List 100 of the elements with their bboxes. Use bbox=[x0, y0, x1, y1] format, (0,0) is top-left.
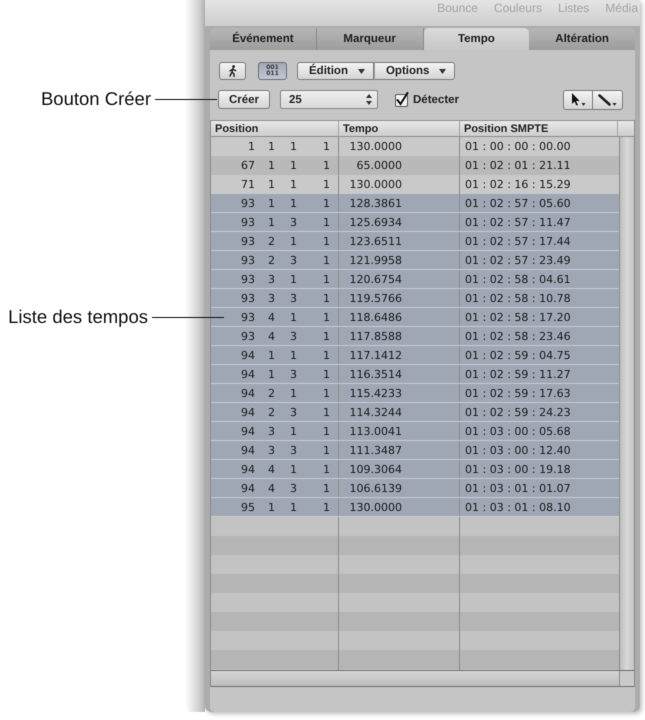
table-row[interactable]: 93 2 1 1 123.6511 01 : 02 : 57 : 17.44 bbox=[211, 232, 619, 251]
position-value: 1 bbox=[323, 500, 330, 514]
position-value: 1 bbox=[323, 196, 330, 210]
pointer-tool-button[interactable] bbox=[563, 90, 593, 110]
tab[interactable]: Tempo bbox=[424, 28, 530, 50]
smpte-time: 01 : 02 : 58 : 10.78 bbox=[465, 292, 571, 304]
tab[interactable]: Altération bbox=[529, 28, 635, 50]
position-value: 1 bbox=[323, 140, 330, 153]
position-value: 2 bbox=[268, 386, 275, 400]
position-value: 1 bbox=[290, 310, 297, 324]
smpte-time: 01 : 02 : 59 : 04.75 bbox=[465, 348, 571, 362]
smpte-time: 01 : 02 : 57 : 23.49 bbox=[465, 254, 571, 266]
callout-label: Liste des tempos bbox=[8, 306, 148, 327]
runner-button[interactable] bbox=[219, 62, 246, 80]
position-value: 1 bbox=[290, 140, 297, 153]
position-value: 1 bbox=[323, 444, 330, 456]
position-value: 1 bbox=[290, 462, 297, 476]
table-row[interactable]: 93 4 3 1 117.8588 01 : 02 : 58 : 23.46 bbox=[211, 327, 619, 346]
table-row[interactable]: 94 3 3 1 111.3487 01 : 03 : 00 : 12.40 bbox=[211, 441, 619, 460]
position-value: 93 bbox=[241, 330, 255, 342]
smpte-time: 01 : 02 : 16 : 15.29 bbox=[465, 178, 571, 191]
position-value: 1 bbox=[323, 310, 330, 324]
tempo-value: 130.0000 bbox=[350, 140, 402, 153]
tempo-value: 118.6486 bbox=[350, 310, 402, 324]
table-row[interactable]: 94 2 1 1 115.4233 01 : 02 : 59 : 17.63 bbox=[211, 384, 619, 403]
vertical-scrollbar[interactable] bbox=[619, 137, 634, 670]
leader-line bbox=[155, 98, 217, 100]
checkbox[interactable] bbox=[395, 92, 409, 107]
checkbox-label[interactable]: Détecter bbox=[413, 94, 460, 106]
create-button[interactable]: Créer bbox=[218, 90, 270, 109]
position-value: 1 bbox=[323, 234, 330, 248]
position-value: 1 bbox=[323, 386, 330, 400]
table-row[interactable]: 94 4 1 1 109.3064 01 : 03 : 00 : 19.18 bbox=[211, 460, 619, 479]
position-value: 1 bbox=[323, 462, 330, 476]
tempo-value: 113.0041 bbox=[350, 424, 402, 438]
position-value: 1 bbox=[323, 424, 330, 438]
running-figure-icon bbox=[228, 65, 237, 77]
stepper-arrows-icon[interactable] bbox=[366, 94, 372, 105]
position-value: 3 bbox=[290, 482, 297, 494]
position-value: 1 bbox=[268, 216, 275, 228]
smpte-time: 01 : 03 : 00 : 05.68 bbox=[465, 424, 571, 438]
position-value: 1 bbox=[268, 348, 275, 362]
column-header[interactable]: Position bbox=[211, 121, 339, 136]
menu-button[interactable]: Options bbox=[374, 62, 456, 80]
position-value: 1 bbox=[323, 330, 330, 342]
smpte-time: 01 : 03 : 01 : 01.07 bbox=[465, 482, 571, 494]
position-value: 1 bbox=[290, 386, 297, 400]
table-row[interactable]: 67 1 1 1 65.0000 01 : 02 : 01 : 21.11 bbox=[211, 156, 619, 175]
position-value: 1 bbox=[290, 348, 297, 362]
stepper-field[interactable]: 25 bbox=[280, 90, 378, 109]
table-row[interactable]: 95 1 1 1 130.0000 01 : 03 : 01 : 08.10 bbox=[211, 498, 619, 517]
column-header[interactable]: Tempo bbox=[339, 121, 460, 136]
table-row[interactable]: 71 1 1 1 130.0000 01 : 02 : 16 : 15.29 bbox=[211, 175, 619, 194]
table-row[interactable]: 93 1 3 1 125.6934 01 : 02 : 57 : 11.47 bbox=[211, 213, 619, 232]
smpte-time: 01 : 02 : 58 : 17.20 bbox=[465, 310, 571, 324]
position-value: 1 bbox=[323, 292, 330, 304]
position-value: 93 bbox=[241, 216, 255, 228]
position-value: 3 bbox=[290, 330, 297, 342]
position-value: 1 bbox=[290, 234, 297, 248]
table-row[interactable]: 94 4 3 1 106.6139 01 : 03 : 01 : 01.07 bbox=[211, 479, 619, 498]
tempo-value: 123.6511 bbox=[350, 234, 402, 248]
position-value: 1 bbox=[323, 406, 330, 418]
table-row[interactable]: 93 3 3 1 119.5766 01 : 02 : 58 : 10.78 bbox=[211, 289, 619, 308]
caret-icon bbox=[612, 103, 617, 106]
table-row[interactable]: 1 1 1 1 130.0000 01 : 00 : 00 : 00.00 bbox=[211, 137, 619, 156]
position-value: 4 bbox=[268, 462, 275, 476]
tempo-value: 130.0000 bbox=[350, 178, 402, 191]
position-value: 94 bbox=[241, 444, 255, 456]
line-tool-button[interactable] bbox=[593, 90, 623, 110]
column-header[interactable]: Position SMPTE bbox=[460, 121, 618, 136]
position-value: 67 bbox=[241, 159, 255, 172]
position-value: 3 bbox=[290, 216, 297, 228]
tempo-value: 115.4233 bbox=[350, 386, 402, 400]
caret-icon bbox=[439, 68, 446, 74]
horizontal-scrollbar[interactable] bbox=[211, 671, 619, 686]
tempo-value: 106.6139 bbox=[350, 482, 402, 494]
table-row[interactable]: 94 1 3 1 116.3514 01 : 02 : 59 : 11.27 bbox=[211, 365, 619, 384]
position-value: 94 bbox=[241, 462, 255, 476]
position-value: 1 bbox=[323, 348, 330, 362]
position-value: 3 bbox=[290, 292, 297, 304]
position-value: 1 bbox=[323, 254, 330, 266]
table-row[interactable]: 93 1 1 1 128.3861 01 : 02 : 57 : 05.60 bbox=[211, 194, 619, 213]
table-row[interactable]: 93 3 1 1 120.6754 01 : 02 : 58 : 04.61 bbox=[211, 270, 619, 289]
table-row[interactable]: 94 3 1 1 113.0041 01 : 03 : 00 : 05.68 bbox=[211, 422, 619, 441]
position-value: 1 bbox=[290, 159, 297, 172]
table-row[interactable]: 93 4 1 1 118.6486 01 : 02 : 58 : 17.20 bbox=[211, 308, 619, 327]
tempo-value: 114.3244 bbox=[350, 406, 402, 418]
smpte-time: 01 : 02 : 57 : 11.47 bbox=[465, 216, 571, 228]
table-row[interactable]: 94 2 3 1 114.3244 01 : 02 : 59 : 24.23 bbox=[211, 403, 619, 422]
caret-icon bbox=[358, 68, 365, 74]
position-value: 1 bbox=[268, 196, 275, 210]
table-row[interactable]: 93 2 3 1 121.9958 01 : 02 : 57 : 23.49 bbox=[211, 251, 619, 270]
tempo-value: 116.3514 bbox=[350, 368, 402, 380]
position-value: 3 bbox=[268, 444, 275, 456]
menu-button[interactable]: Édition bbox=[297, 62, 374, 80]
position-value: 1 bbox=[290, 196, 297, 210]
position-value: 94 bbox=[241, 368, 255, 380]
position-value: 1 bbox=[290, 178, 297, 191]
table-row[interactable]: 94 1 1 1 117.1412 01 : 02 : 59 : 04.75 bbox=[211, 346, 619, 365]
tempo-value: 117.8588 bbox=[350, 330, 402, 342]
